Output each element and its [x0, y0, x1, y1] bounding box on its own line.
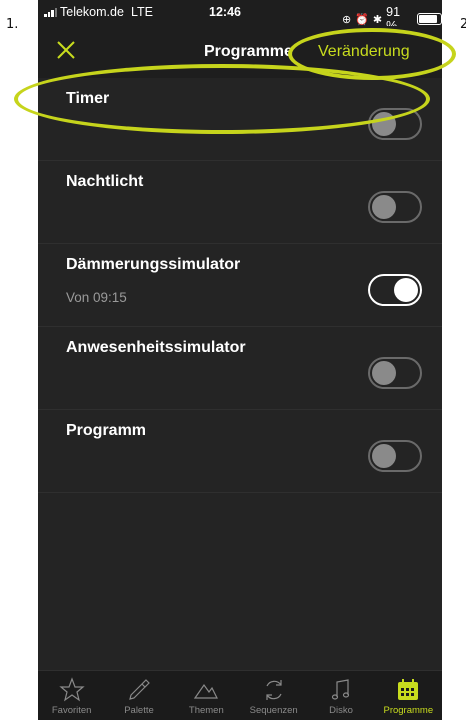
program-subtitle: Von 09:15: [66, 290, 127, 305]
bluetooth-icon: ✱: [372, 13, 383, 26]
tab-themen[interactable]: Themen: [173, 671, 240, 720]
program-toggle[interactable]: [368, 191, 422, 223]
step-number-1: 1.: [6, 17, 19, 32]
tab-programme[interactable]: Programme: [375, 671, 442, 720]
status-bar: Telekom.de LTE 12:46 ⊕ ⏰ ✱ 91 %: [38, 0, 442, 33]
battery-icon: [417, 13, 442, 25]
tab-label: Disko: [329, 705, 353, 716]
network-type: LTE: [130, 5, 153, 19]
program-label: Programm: [66, 422, 147, 439]
tab-sequenzen[interactable]: Sequenzen: [240, 671, 307, 720]
program-row[interactable]: Nachtlicht: [38, 161, 442, 244]
toggle-knob: [372, 112, 396, 136]
program-toggle[interactable]: [368, 274, 422, 306]
mountain-icon: [173, 677, 240, 703]
program-label: Dämmerungssimulator: [66, 256, 241, 273]
signal-icon: [44, 7, 57, 17]
tab-disko[interactable]: Disko: [307, 671, 374, 720]
program-toggle[interactable]: [368, 108, 422, 140]
toggle-knob: [372, 195, 396, 219]
tab-label: Programme: [383, 705, 434, 716]
program-row[interactable]: Programm: [38, 410, 442, 493]
tab-bar: Favoriten Palette Themen Sequenzen Disko Prog…: [38, 670, 442, 720]
program-list: Timer Nachtlicht Dämmerungssimulator Von 09…: [38, 78, 442, 493]
tab-label: Themen: [188, 705, 224, 716]
program-row[interactable]: Anwesenheitssimulator: [38, 327, 442, 410]
page-title: Programme: [204, 43, 293, 60]
phone-screen: Telekom.de LTE 12:46 ⊕ ⏰ ✱ 91 % Programm…: [38, 0, 442, 720]
program-label: Timer: [66, 90, 110, 107]
tab-label: Sequenzen: [249, 705, 298, 716]
close-icon[interactable]: [56, 40, 76, 60]
clock: 12:46: [209, 5, 241, 19]
calendar-icon: [375, 677, 442, 703]
star-icon: [38, 677, 105, 703]
toggle-knob: [372, 361, 396, 385]
eyedropper-icon: [105, 677, 172, 703]
tab-favoriten[interactable]: Favoriten: [38, 671, 105, 720]
carrier-name: Telekom.de: [60, 5, 124, 19]
step-number-2: 2.: [460, 17, 466, 32]
edit-button[interactable]: Veränderung: [318, 43, 410, 61]
alarm-icon: ⏰: [355, 13, 369, 26]
tab-label: Palette: [124, 705, 154, 716]
tab-label: Favoriten: [51, 705, 92, 716]
tab-palette[interactable]: Palette: [105, 671, 172, 720]
toggle-knob: [394, 278, 418, 302]
program-row[interactable]: Dämmerungssimulator Von 09:15: [38, 244, 442, 327]
program-row[interactable]: Timer: [38, 78, 442, 161]
program-label: Nachtlicht: [66, 173, 144, 190]
music-note-icon: [307, 677, 374, 703]
toggle-knob: [372, 444, 396, 468]
navigation-bar: Programme Veränderung: [38, 26, 442, 78]
program-toggle[interactable]: [368, 357, 422, 389]
cycle-icon: [240, 677, 307, 703]
program-label: Anwesenheitssimulator: [66, 339, 246, 356]
program-toggle[interactable]: [368, 440, 422, 472]
location-icon: ⊕: [342, 13, 352, 26]
